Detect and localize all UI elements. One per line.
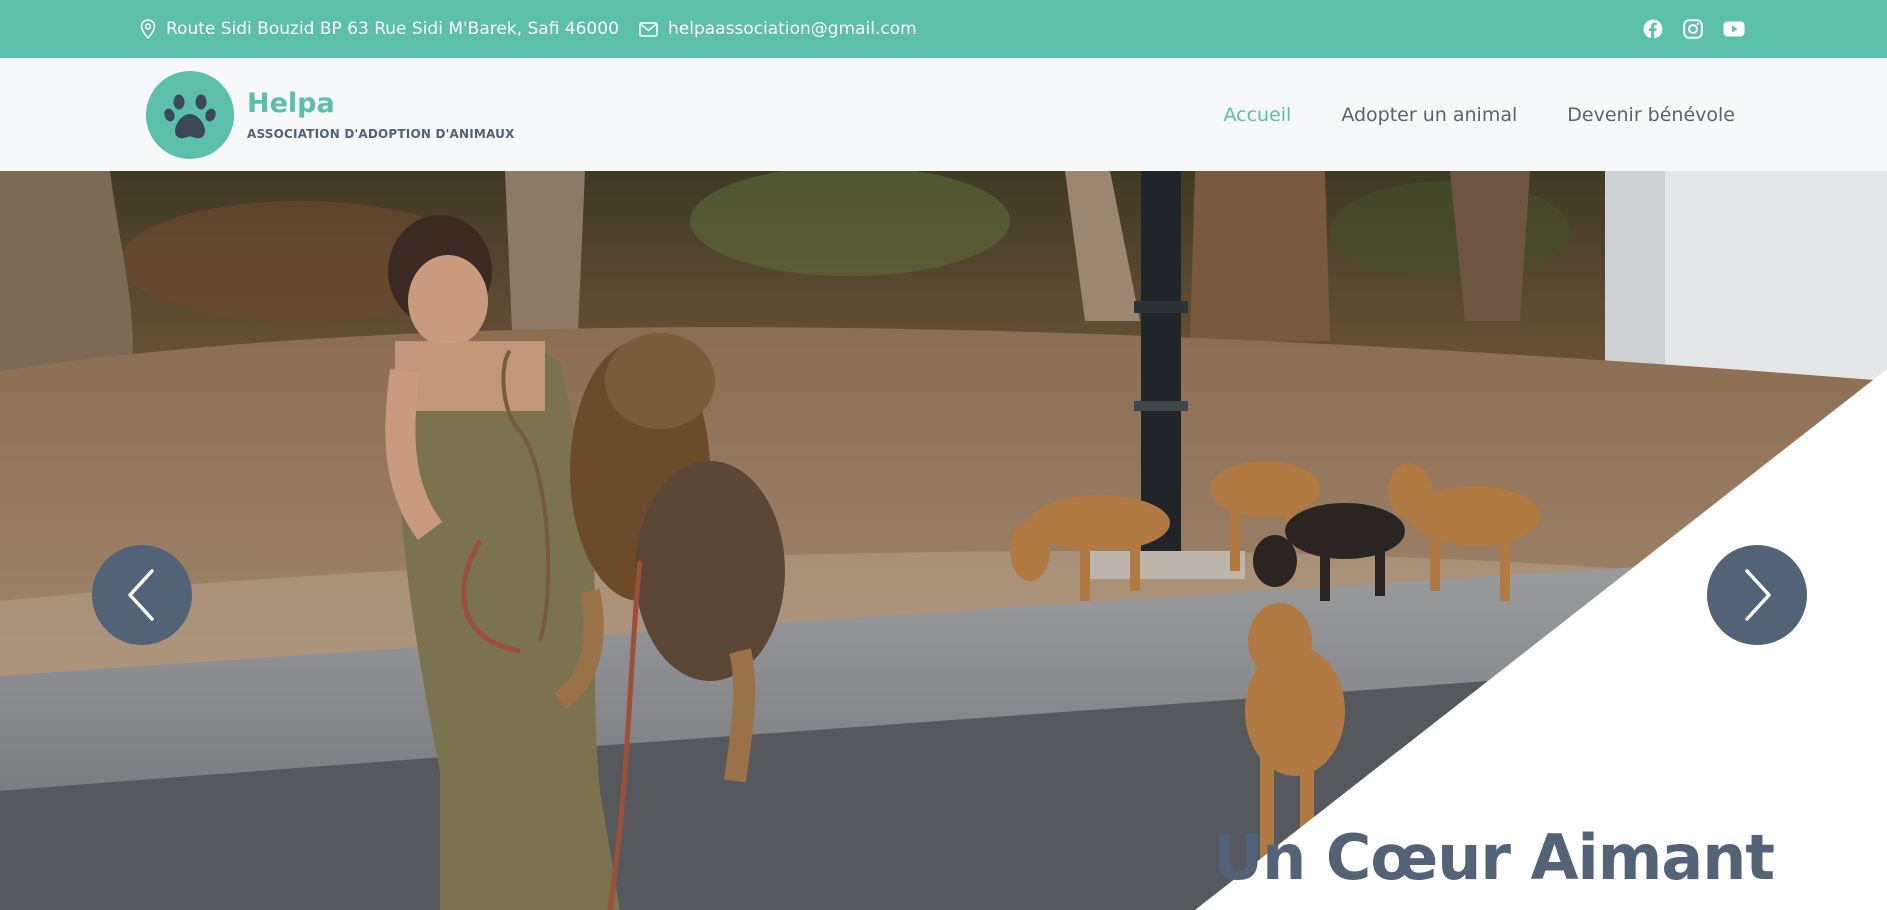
location-pin-icon bbox=[140, 19, 156, 39]
nav-item-benevole[interactable]: Devenir bénévole bbox=[1567, 104, 1735, 126]
email-link[interactable]: helpaassociation@gmail.com bbox=[668, 19, 917, 39]
brand-tagline: ASSOCIATION D'ADOPTION D'ANIMAUX bbox=[247, 127, 515, 141]
diagonal-overlay bbox=[1195, 369, 1887, 910]
envelope-icon bbox=[639, 21, 658, 37]
slider-next-button[interactable] bbox=[1707, 545, 1807, 645]
nav-item-adopter[interactable]: Adopter un animal bbox=[1341, 104, 1517, 126]
site-header: Helpa ASSOCIATION D'ADOPTION D'ANIMAUX A… bbox=[0, 58, 1887, 171]
hero-title: Un Cœur Aimant bbox=[1212, 821, 1775, 894]
address-text: Route Sidi Bouzid BP 63 Rue Sidi M'Barek… bbox=[166, 19, 619, 39]
facebook-icon[interactable] bbox=[1643, 19, 1663, 39]
email-info[interactable]: helpaassociation@gmail.com bbox=[639, 0, 917, 58]
nav-item-accueil[interactable]: Accueil bbox=[1223, 104, 1291, 126]
instagram-icon[interactable] bbox=[1683, 19, 1703, 39]
paw-icon bbox=[164, 94, 216, 139]
youtube-icon[interactable] bbox=[1723, 21, 1745, 37]
slider-prev-button[interactable] bbox=[92, 545, 192, 645]
logo[interactable] bbox=[146, 71, 234, 159]
top-contact-bar: Route Sidi Bouzid BP 63 Rue Sidi M'Barek… bbox=[0, 0, 1887, 58]
main-navigation: Accueil Adopter un animal Devenir bénévo… bbox=[1223, 58, 1735, 171]
brand-name[interactable]: Helpa bbox=[247, 88, 335, 119]
social-links bbox=[1643, 0, 1745, 58]
chevron-left-icon bbox=[128, 569, 154, 621]
hero-slider: Un Cœur Aimant bbox=[0, 171, 1887, 910]
chevron-right-icon bbox=[1745, 569, 1771, 621]
address-info: Route Sidi Bouzid BP 63 Rue Sidi M'Barek… bbox=[140, 0, 619, 58]
